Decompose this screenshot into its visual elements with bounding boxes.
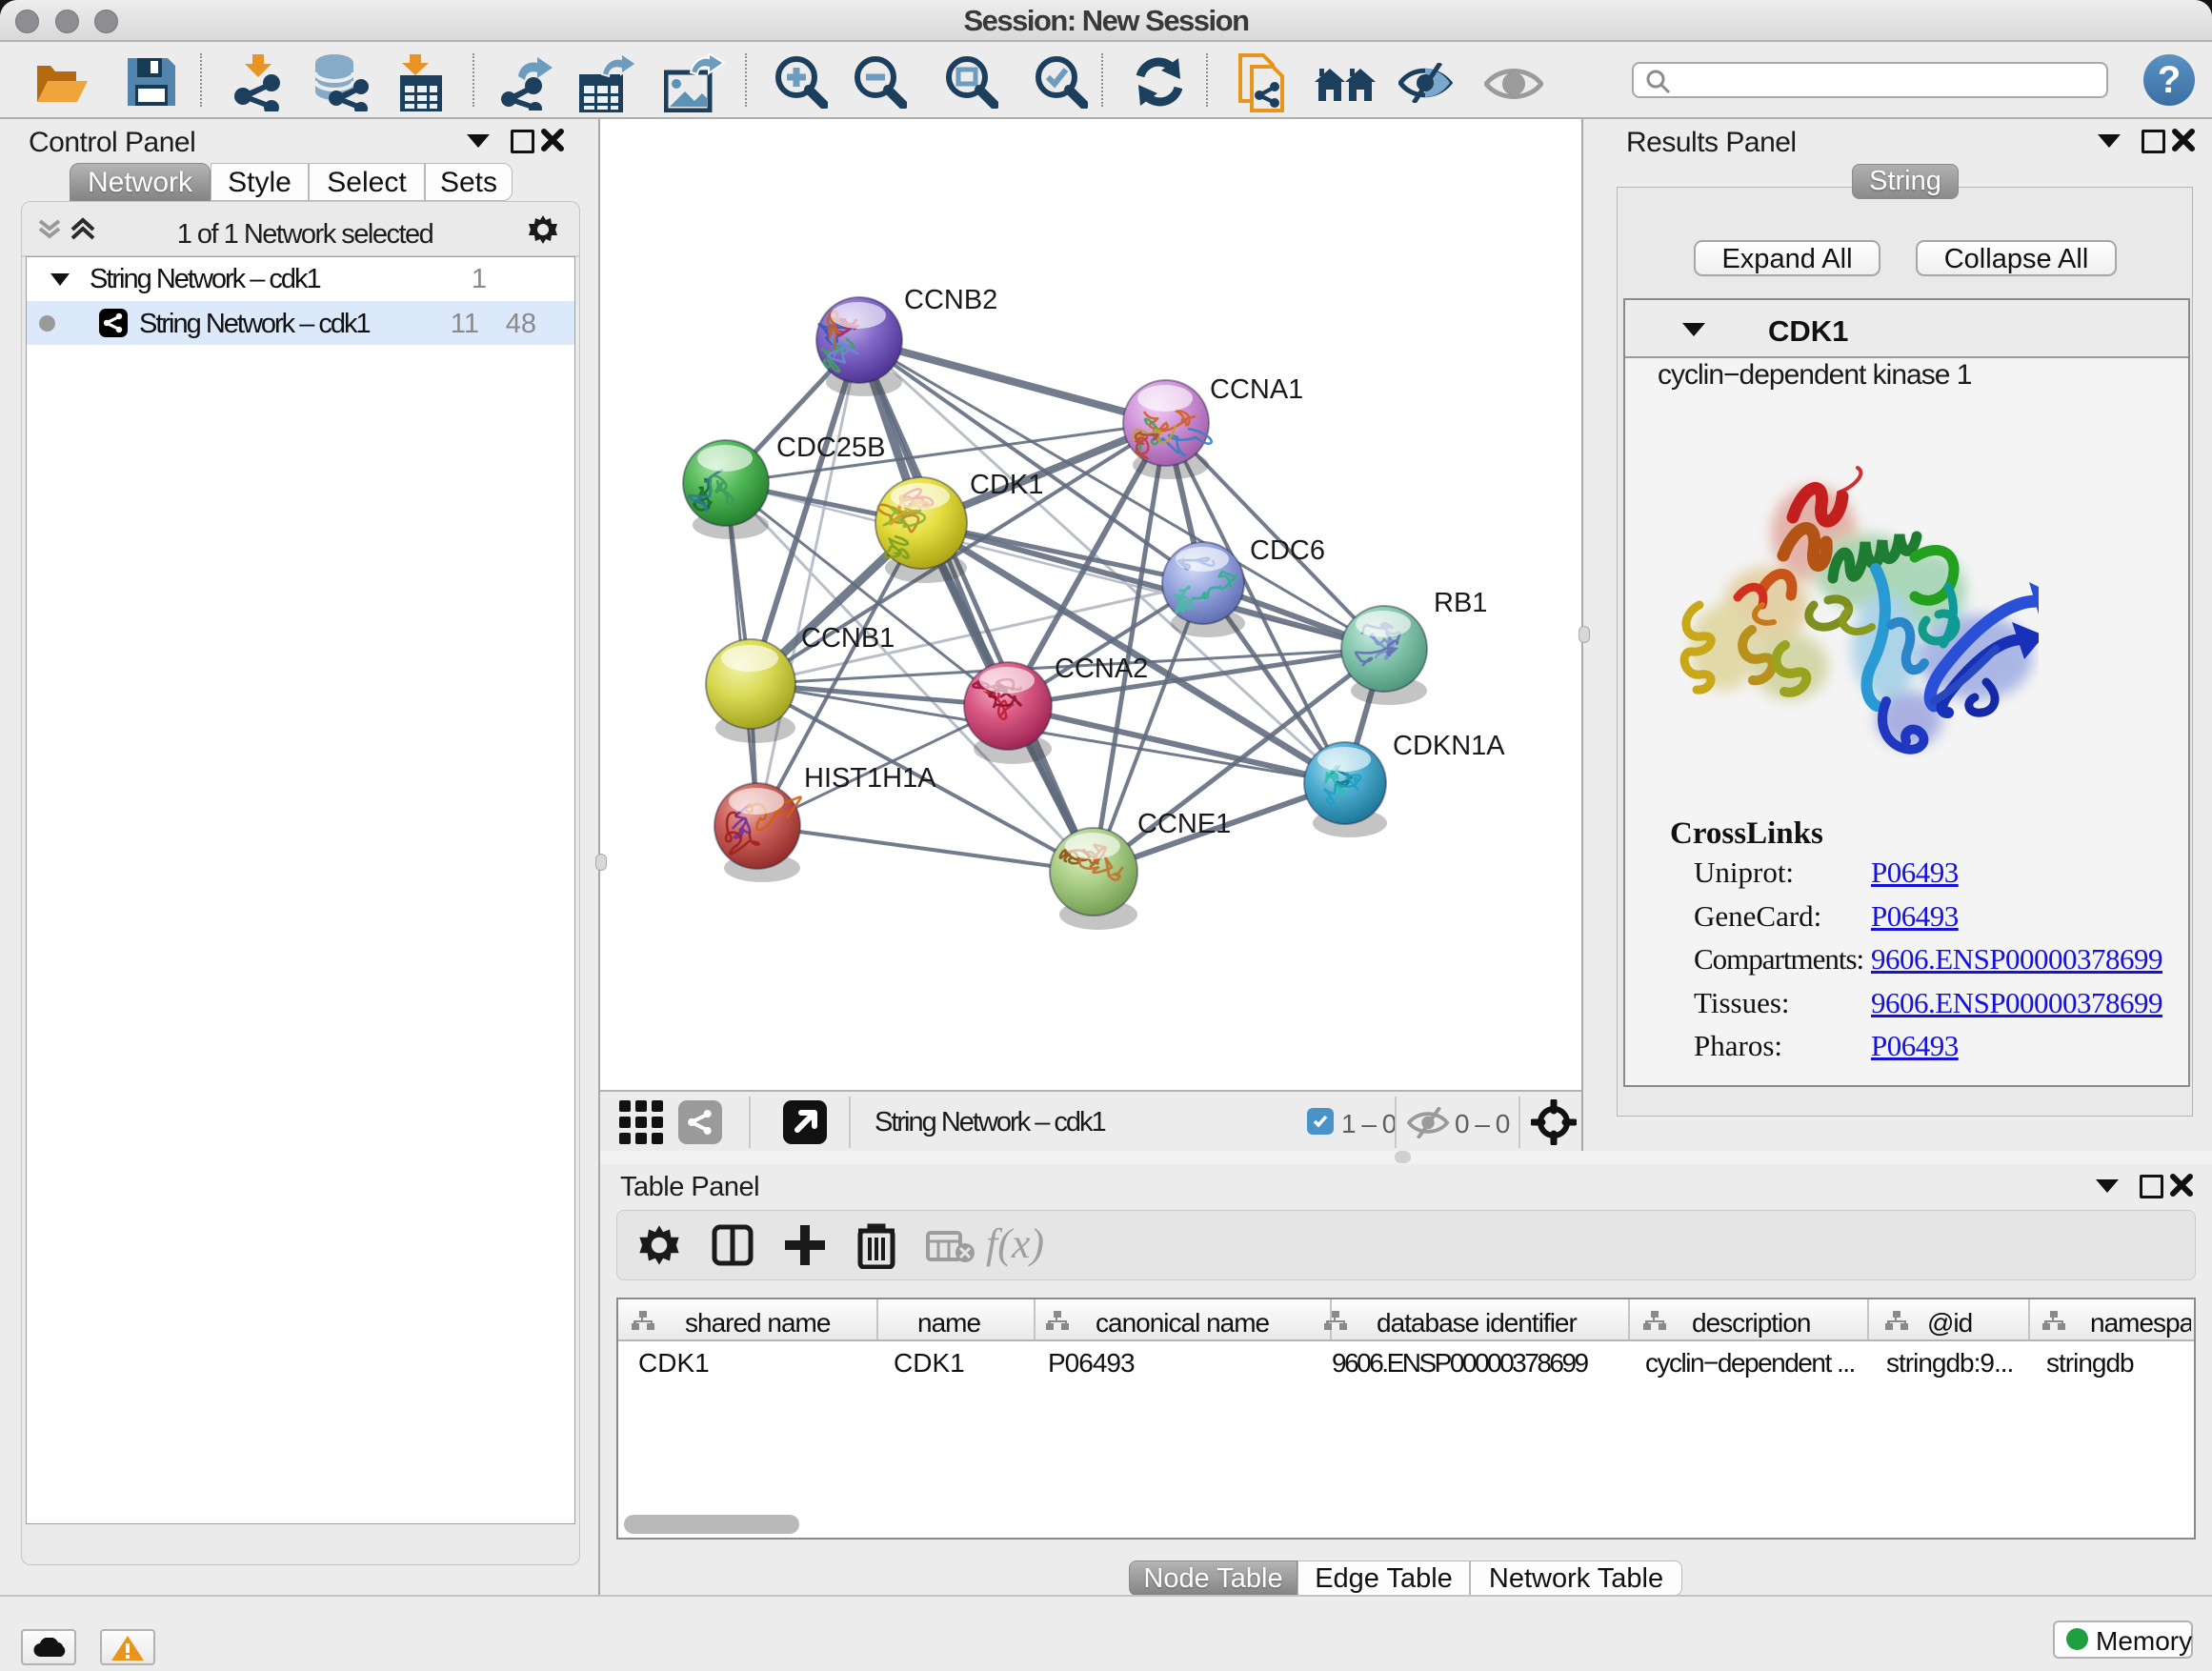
- svg-text:CDK1: CDK1: [970, 470, 1043, 500]
- svg-text:CCNB1: CCNB1: [801, 623, 895, 654]
- svg-text:CCNA2: CCNA2: [1055, 654, 1148, 684]
- svg-text:CDKN1A: CDKN1A: [1393, 731, 1505, 761]
- svg-text:CCNE1: CCNE1: [1137, 809, 1231, 839]
- svg-text:CCNB2: CCNB2: [904, 285, 997, 315]
- svg-text:CDC25B: CDC25B: [776, 433, 885, 463]
- svg-text:CCNA1: CCNA1: [1210, 374, 1303, 405]
- svg-text:HIST1H1A: HIST1H1A: [804, 763, 936, 794]
- svg-text:CDC6: CDC6: [1250, 535, 1325, 566]
- svg-text:RB1: RB1: [1434, 588, 1487, 618]
